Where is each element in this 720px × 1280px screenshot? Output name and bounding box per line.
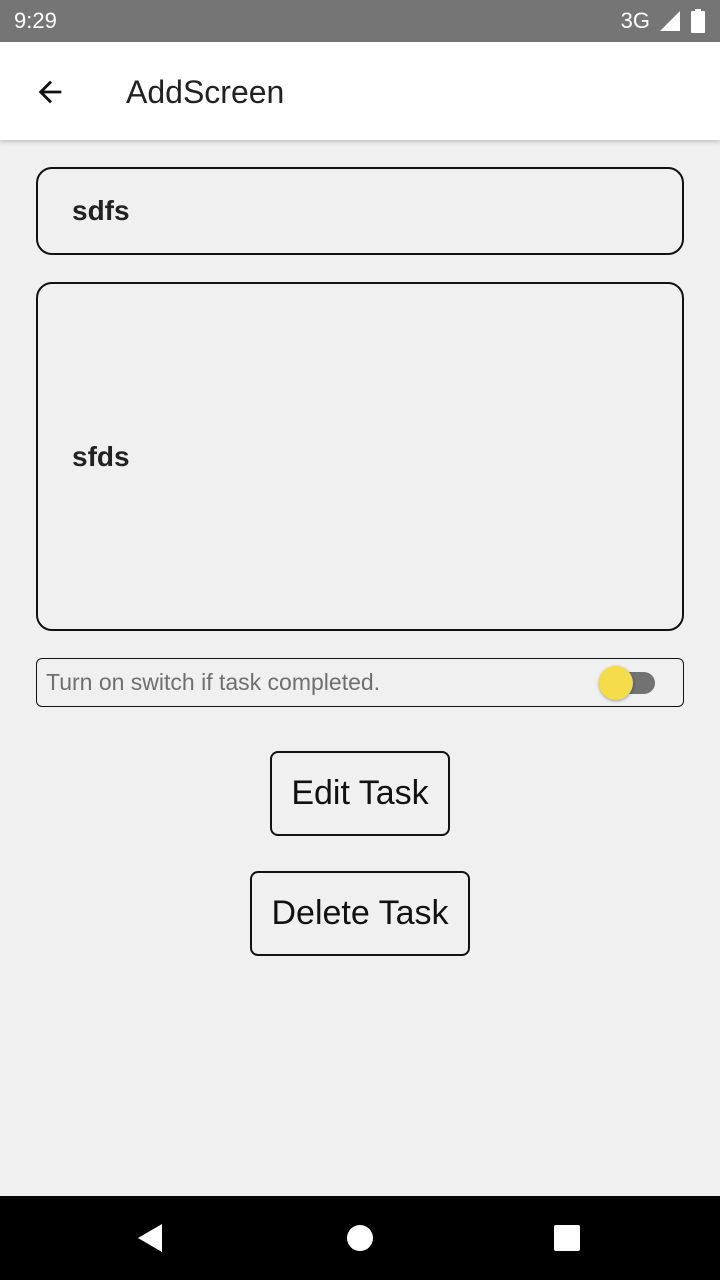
edit-task-button[interactable]: Edit Task xyxy=(270,751,450,836)
nav-home-icon xyxy=(347,1225,373,1251)
completed-toggle[interactable] xyxy=(599,666,657,700)
status-indicators: 3G xyxy=(621,8,706,34)
network-type: 3G xyxy=(620,8,650,33)
nav-home-button[interactable] xyxy=(336,1214,384,1262)
switch-label: Turn on switch if task completed. xyxy=(46,669,381,695)
battery-icon xyxy=(691,9,705,33)
back-button[interactable] xyxy=(22,64,78,120)
nav-recents-icon xyxy=(554,1225,580,1251)
app-bar: AddScreen xyxy=(0,42,720,140)
delete-task-button[interactable]: Delete Task xyxy=(250,871,470,956)
nav-recents-button[interactable] xyxy=(543,1214,591,1262)
page-title: AddScreen xyxy=(126,74,285,110)
nav-back-button[interactable] xyxy=(126,1214,174,1262)
arrow-back-icon xyxy=(38,80,62,104)
task-title-input[interactable]: sdfs xyxy=(36,167,684,255)
status-bar: 9:29 3G xyxy=(0,0,720,42)
completion-switch-row: Turn on switch if task completed. xyxy=(36,658,684,707)
system-nav-bar xyxy=(0,1196,720,1280)
task-description-input[interactable]: sfds xyxy=(36,282,684,631)
signal-icon xyxy=(660,11,680,31)
switch-thumb xyxy=(599,666,633,700)
status-time: 9:29 xyxy=(14,8,57,33)
nav-back-icon xyxy=(138,1224,162,1252)
